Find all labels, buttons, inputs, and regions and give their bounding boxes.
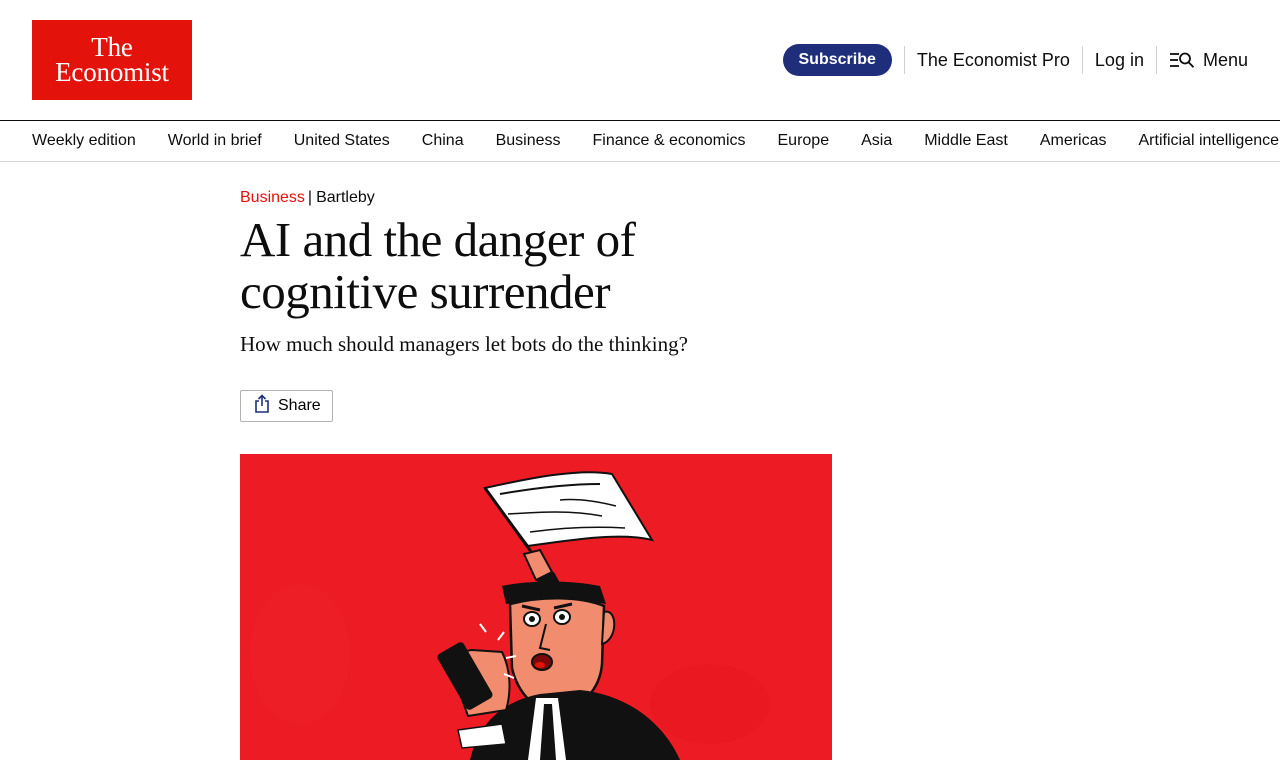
nav-asia[interactable]: Asia	[861, 132, 892, 150]
nav-artificial-intelligence[interactable]: Artificial intelligence	[1139, 132, 1280, 150]
nav-middle-east[interactable]: Middle East	[924, 132, 1008, 150]
nav-world-in-brief[interactable]: World in brief	[168, 132, 262, 150]
nav-china[interactable]: China	[422, 132, 464, 150]
section-nav: Weekly edition World in brief United Sta…	[0, 120, 1280, 162]
share-label: Share	[278, 397, 321, 414]
nav-united-states[interactable]: United States	[294, 132, 390, 150]
nav-americas[interactable]: Americas	[1040, 132, 1107, 150]
menu-search-icon	[1169, 51, 1195, 69]
menu-button[interactable]: Menu	[1169, 50, 1248, 71]
economist-logo[interactable]: The Economist	[32, 20, 192, 100]
headline-line-2: cognitive surrender	[240, 264, 611, 319]
article-illustration	[240, 454, 832, 760]
nav-finance-economics[interactable]: Finance & economics	[593, 132, 746, 150]
menu-label: Menu	[1202, 49, 1248, 70]
nav-business[interactable]: Business	[496, 132, 561, 150]
nav-europe[interactable]: Europe	[778, 132, 830, 150]
logo-line-2: Economist	[55, 57, 169, 87]
headline-line-1: AI and the danger of	[240, 212, 636, 267]
article-header: Business | Bartleby AI and the danger of c…	[240, 186, 840, 422]
share-icon	[254, 394, 270, 418]
login-link[interactable]: Log in	[1095, 50, 1144, 71]
divider	[903, 46, 905, 74]
divider	[1081, 46, 1083, 74]
standfirst: How much should managers let bots do the…	[240, 332, 688, 356]
nav-weekly-edition[interactable]: Weekly edition	[32, 132, 136, 150]
economist-pro-link[interactable]: The Economist Pro	[917, 50, 1070, 71]
site-header: The Economist Subscribe The Economist Pr…	[0, 0, 1280, 120]
column-link[interactable]: Bartleby	[316, 189, 375, 206]
share-button[interactable]: Share	[240, 390, 333, 422]
subscribe-button[interactable]: Subscribe	[782, 44, 892, 76]
header-actions: Subscribe The Economist Pro Log in Menu	[782, 44, 1248, 76]
headline: AI and the danger of cognitive surrender	[240, 214, 840, 318]
divider	[1155, 46, 1157, 74]
rubric: Business | Bartleby	[240, 186, 840, 210]
rubric-separator: |	[307, 189, 313, 206]
section-link[interactable]: Business	[240, 189, 305, 206]
